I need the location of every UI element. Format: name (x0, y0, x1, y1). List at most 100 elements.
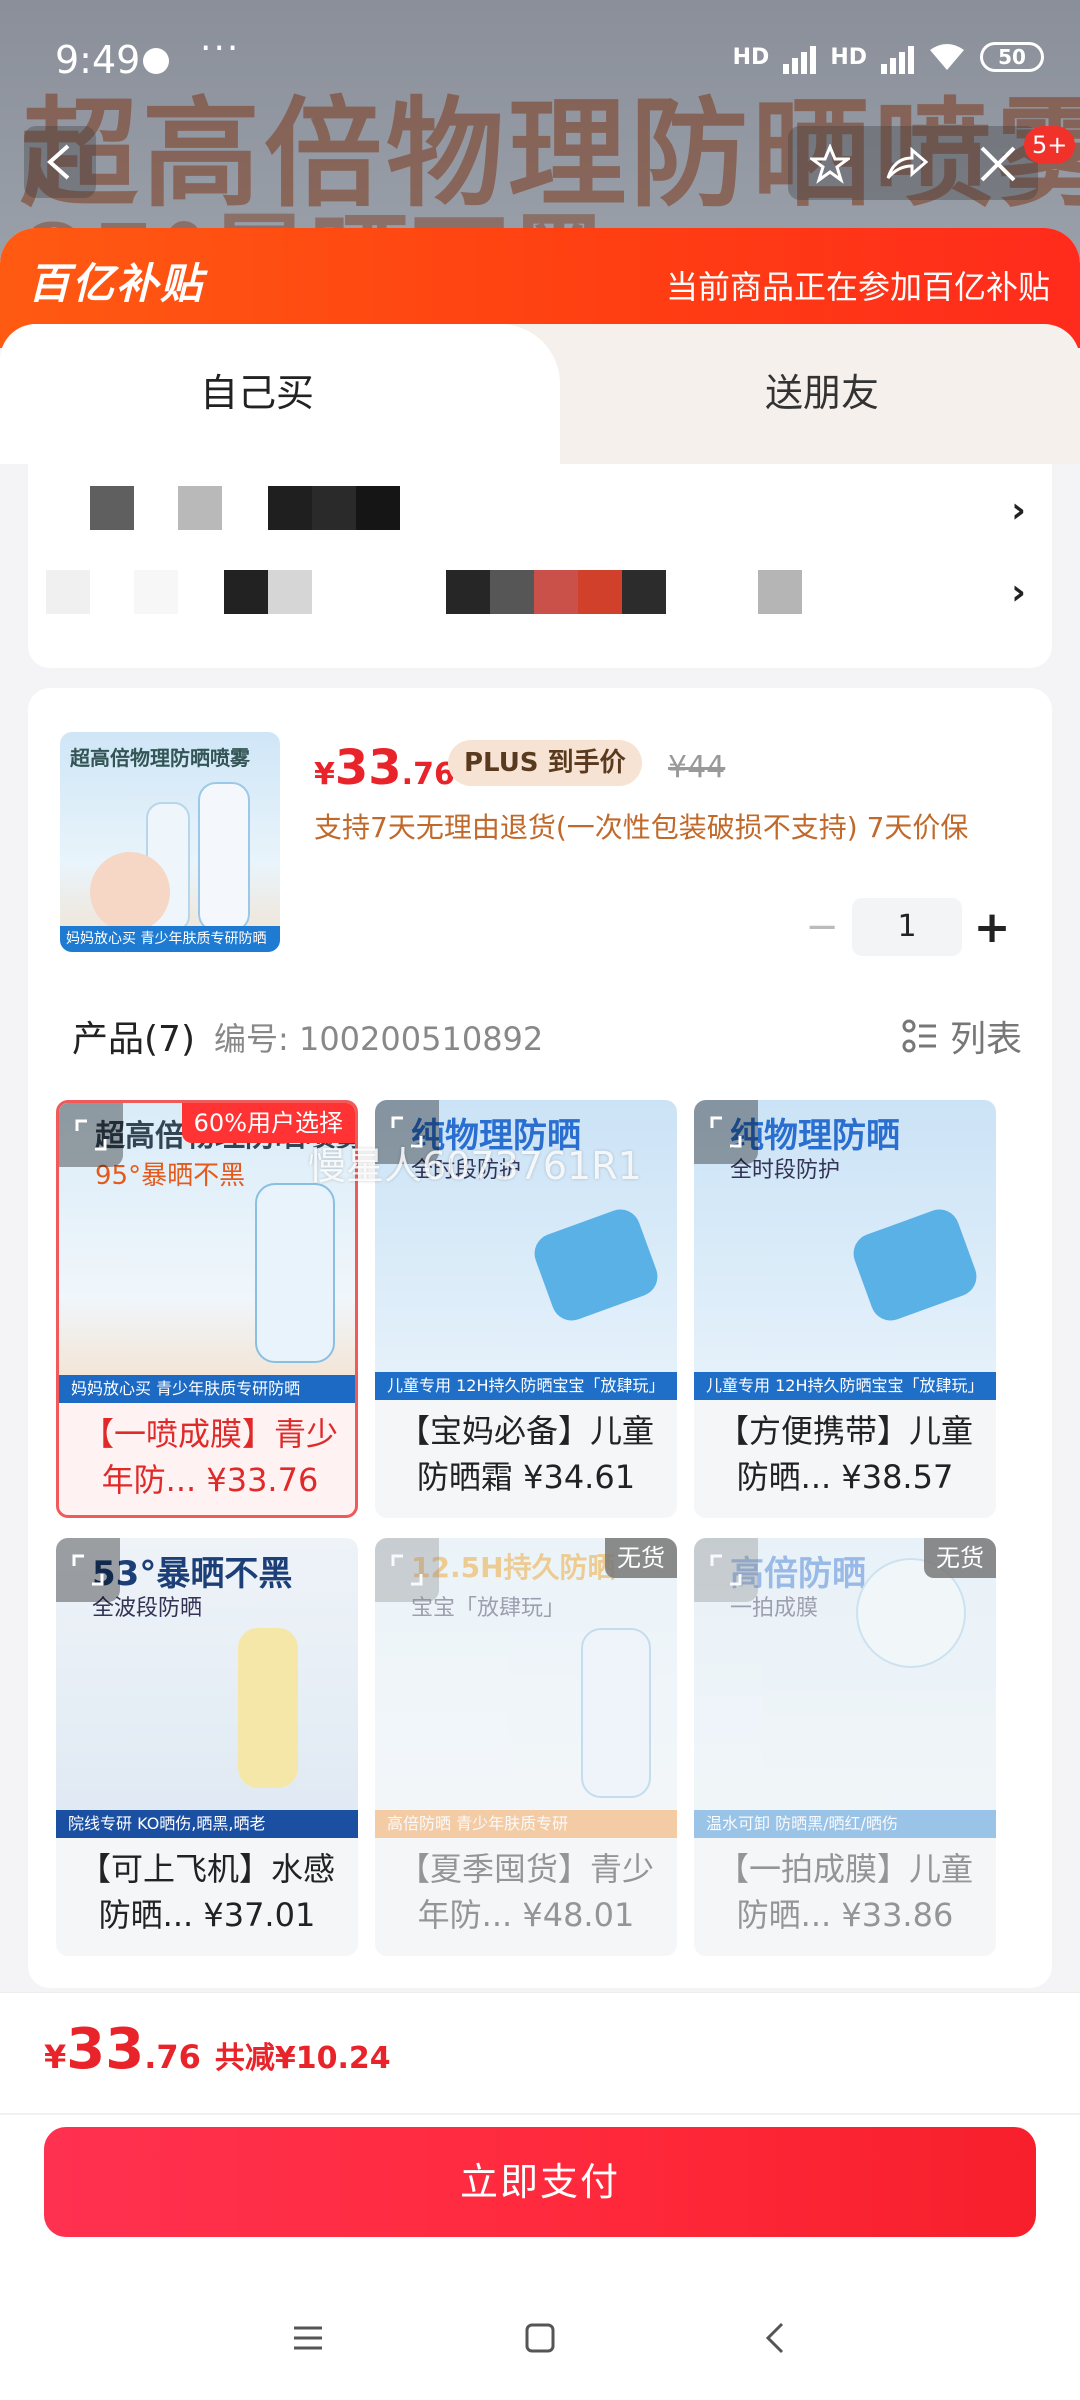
quantity-increase-button[interactable]: + (962, 902, 1022, 953)
list-view-toggle[interactable]: 列表 (902, 1010, 1022, 1062)
zoom-icon (710, 1554, 742, 1586)
variant-zoom-button[interactable] (56, 1538, 120, 1602)
variant-item[interactable]: 高倍防晒 一拍成膜 温水可卸 防晒黑/晒红/晒伤 无货 【一拍成膜】儿童防晒..… (694, 1538, 996, 1956)
address-arrow-icon[interactable]: › (1011, 572, 1026, 613)
variant-name: 【一喷成膜】青少年防... ¥33.76 (81, 1415, 338, 1499)
variant-name: 【可上飞机】水感防晒... ¥37.01 (78, 1850, 335, 1934)
tab-self-buy-label[interactable]: 自己买 (200, 362, 314, 417)
variant-item[interactable]: 12.5H持久防晒 宝宝「放肆玩」 高倍防晒 青少年肤质专研 无货 【夏季囤货】… (375, 1538, 677, 1956)
address-blur (446, 570, 490, 614)
address-blur (622, 570, 666, 614)
close-icon[interactable] (978, 144, 1018, 184)
quantity-decrease-button[interactable]: − (792, 904, 852, 950)
original-price: ¥44 (668, 750, 726, 785)
variant-zoom-button[interactable] (694, 1538, 758, 1602)
variant-zoom-button[interactable] (375, 1538, 439, 1602)
address-blur (178, 486, 222, 530)
total-currency: ¥ (44, 2038, 67, 2076)
battery-icon: 50 (980, 42, 1044, 72)
price-integer: 33 (334, 740, 402, 796)
total-integer: 33 (66, 2017, 145, 2082)
variant-image: 53°暴晒不黑 全波段防晒 院线专研 KO晒伤,晒黑,晒老 (56, 1538, 358, 1838)
product-code: 编号: 100200510892 (214, 1020, 544, 1058)
address-blur (46, 570, 90, 614)
thumbnail-bottle (198, 782, 250, 932)
signal-icon-2 (881, 40, 914, 74)
share-icon[interactable] (884, 144, 928, 184)
variant-name: 【夏季囤货】青少年防... ¥48.01 (397, 1850, 654, 1934)
tab-gift-label[interactable]: 送朋友 (765, 362, 879, 417)
signal-icon-1 (783, 40, 817, 74)
back-nav-icon[interactable] (758, 2320, 794, 2356)
variant-image-product (847, 1203, 983, 1327)
address-blur (312, 486, 356, 530)
message-badge[interactable]: 5+ (1024, 126, 1076, 164)
address-blur (268, 570, 312, 614)
address-blur (356, 486, 400, 530)
zoom-icon (75, 1119, 107, 1151)
address-blur (578, 570, 622, 614)
notification-icon (143, 48, 169, 74)
subsidy-logo: 百亿补贴 (28, 259, 205, 308)
variant-image-strip: 院线专研 KO晒伤,晒黑,晒老 (56, 1810, 358, 1838)
wifi-icon (930, 44, 964, 70)
product-price: ¥ 33 .76 (314, 740, 455, 796)
more-notifications-icon: ··· (200, 28, 241, 69)
top-action-bar (788, 126, 1038, 200)
menu-nav-icon[interactable] (290, 2320, 326, 2356)
service-guarantee: 支持7天无理由退货(一次性包装破损不支持) 7天价保 (314, 811, 969, 844)
thumbnail-strip: 妈妈放心买 青少年肤质专研防晒 (60, 926, 280, 952)
zoom-icon (710, 1116, 742, 1148)
user-watermark: 慢星人6073761R1 (308, 1144, 642, 1188)
pay-now-button[interactable]: 立即支付 (44, 2127, 1036, 2237)
variant-name: 【一拍成膜】儿童防晒... ¥33.86 (716, 1850, 973, 1934)
variant-zoom-button[interactable] (59, 1103, 123, 1167)
home-nav-icon[interactable] (522, 2320, 558, 2356)
variant-image: 纯物理防晒 全时段防护 儿童专用 12H持久防晒宝宝「放肆玩」 (694, 1100, 996, 1400)
address-blur (224, 570, 268, 614)
address-blur (268, 486, 312, 530)
back-button[interactable] (24, 126, 96, 198)
purchase-tabs: 自己买 送朋友 (0, 324, 1080, 464)
price-decimal: .76 (401, 757, 455, 792)
variant-image-title: 53°暴晒不黑 (92, 1554, 293, 1594)
status-time: 9:49 (55, 38, 141, 82)
variant-image-strip: 妈妈放心买 青少年肤质专研防晒 (59, 1375, 355, 1403)
variant-image-strip: 高倍防晒 青少年肤质专研 (375, 1810, 677, 1838)
zoom-icon (72, 1554, 104, 1586)
address-blur (490, 570, 534, 614)
status-indicators: HD HD 50 (733, 40, 1044, 74)
variant-image-strip: 温水可卸 防晒黑/晒红/晒伤 (694, 1810, 996, 1838)
status-bar: 9:49 ··· HD HD 50 (0, 0, 1080, 120)
thumbnail-title: 超高倍物理防晒喷雾 (70, 746, 250, 770)
out-of-stock-badge: 无货 (924, 1538, 996, 1578)
plus-price-badge: PLUS 到手价 (448, 740, 642, 786)
variant-item[interactable]: 53°暴晒不黑 全波段防晒 院线专研 KO晒伤,晒黑,晒老 【可上飞机】水感防晒… (56, 1538, 358, 1956)
address-card[interactable]: › › (28, 464, 1052, 668)
variant-image-product (255, 1183, 335, 1363)
list-view-label: 列表 (949, 1019, 1022, 1060)
variant-name: 【宝妈必备】儿童防晒霜 ¥34.61 (397, 1412, 654, 1496)
variant-zoom-button[interactable] (694, 1100, 758, 1164)
network-label-2: HD (830, 44, 867, 70)
list-icon (902, 1019, 936, 1053)
total-price: ¥ 33 .76 共减¥10.24 (44, 2017, 391, 2082)
variant-image: 高倍防晒 一拍成膜 温水可卸 防晒黑/晒红/晒伤 (694, 1538, 996, 1838)
quantity-stepper: − 1 + (792, 898, 1022, 956)
variant-image-strip: 儿童专用 12H持久防晒宝宝「放肆玩」 (375, 1372, 677, 1400)
variant-item[interactable]: 纯物理防晒 全时段防护 儿童专用 12H持久防晒宝宝「放肆玩」 【方便携带】儿童… (694, 1100, 996, 1518)
out-of-stock-badge: 无货 (605, 1538, 677, 1578)
back-icon (46, 144, 70, 180)
divider (0, 2113, 1080, 2115)
variant-image: 12.5H持久防晒 宝宝「放肆玩」 高倍防晒 青少年肤质专研 (375, 1538, 677, 1838)
star-icon[interactable] (810, 144, 850, 184)
quantity-input[interactable]: 1 (852, 898, 962, 956)
variant-name: 【方便携带】儿童防晒... ¥38.57 (716, 1412, 973, 1496)
variant-image-title: 12.5H持久防晒 (411, 1551, 616, 1584)
system-nav-bar (0, 2290, 1080, 2400)
address-arrow-icon[interactable]: › (1011, 490, 1026, 531)
variant-image-strip: 儿童专用 12H持久防晒宝宝「放肆玩」 (694, 1372, 996, 1400)
product-thumbnail[interactable]: 超高倍物理防晒喷雾 妈妈放心买 青少年肤质专研防晒 (60, 732, 280, 952)
zoom-icon (391, 1554, 423, 1586)
variant-heading: 产品(7) (72, 1019, 195, 1060)
